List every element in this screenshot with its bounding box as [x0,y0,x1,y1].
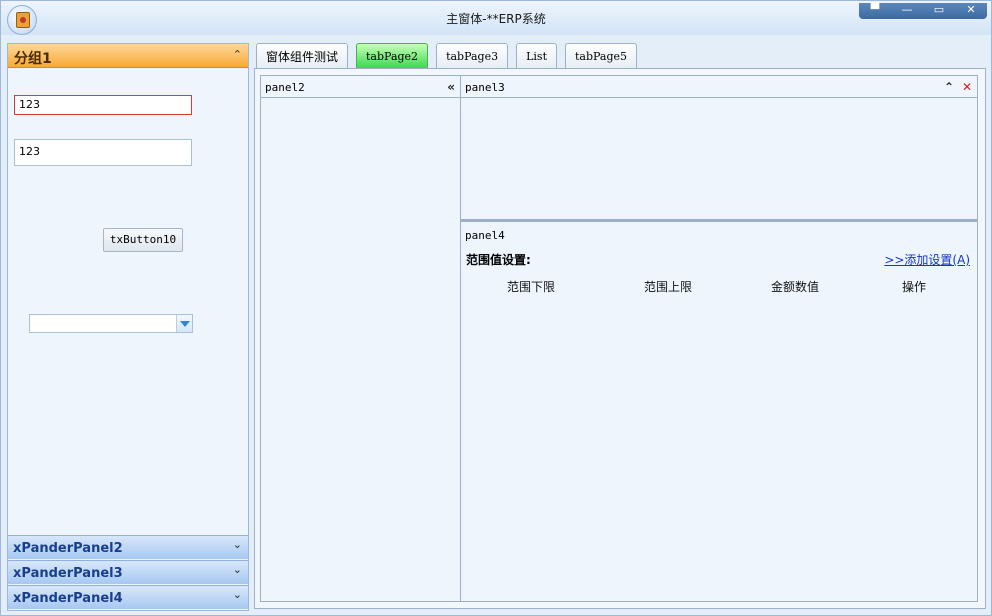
xpander-panel-2[interactable]: xPanderPanel2 ⌄ [8,535,248,559]
maximize-icon[interactable]: ▭ [923,3,955,19]
panel2-title: panel2 [265,81,305,94]
title-bar: 主窗体-**ERP系统 ▀ — ▭ ✕ [1,1,991,35]
main-window: 主窗体-**ERP系统 ▀ — ▭ ✕ 分组1 ⌃ 123 123 txButt… [0,0,992,616]
close-icon[interactable]: ✕ [962,80,972,94]
group1-header[interactable]: 分组1 ⌃ [8,44,248,68]
xpander-panel-4-label: xPanderPanel4 [13,591,123,606]
minimize-icon[interactable]: — [891,3,923,19]
close-icon[interactable]: ✕ [955,3,987,19]
chevron-down-icon[interactable]: ⌄ [233,588,242,601]
tab-page2[interactable]: tabPage2 [356,43,429,69]
tx-button-10[interactable]: txButton10 [103,228,183,252]
add-setting-link[interactable]: >>添加设置(A) [884,251,970,268]
group1-label: 分组1 [14,51,52,67]
panel2: panel2 « [260,75,461,602]
panel3: panel3 ⌃ ✕ [460,75,978,220]
chevron-down-icon[interactable]: ⌄ [233,563,242,576]
window-controls: ▀ — ▭ ✕ [859,3,987,19]
xpander-panel-3[interactable]: xPanderPanel3 ⌄ [8,560,248,584]
combo-box[interactable] [29,314,193,333]
skin-icon[interactable]: ▀ [859,3,891,19]
tab-strip: 窗体组件测试 tabPage2 tabPage3 List tabPage5 [256,43,645,69]
tab-content: panel2 « panel3 ⌃ ✕ panel4 范围值设置: >>添加设置… [254,68,986,609]
tab-page5[interactable]: tabPage5 [565,43,638,69]
collapse-up-icon[interactable]: ⌃ [944,80,954,94]
column-header-upper: 范围上限 [644,280,693,294]
tab-form-components[interactable]: 窗体组件测试 [256,43,349,69]
panel3-header: panel3 ⌃ ✕ [461,76,977,98]
panel4-title: panel4 [465,229,505,242]
dropdown-arrow-icon[interactable] [176,315,192,332]
chevron-up-icon[interactable]: ⌃ [233,48,242,61]
xpander-panel-3-label: xPanderPanel3 [13,566,123,581]
left-expander-panel: 分组1 ⌃ 123 123 txButton10 xPanderPanel2 ⌄… [7,43,249,611]
tab-list[interactable]: List [516,43,557,69]
tab-page3[interactable]: tabPage3 [436,43,509,69]
text-input-1[interactable]: 123 [14,95,192,115]
window-title: 主窗体-**ERP系统 [446,12,546,26]
xpander-panel-4[interactable]: xPanderPanel4 ⌄ [8,585,248,609]
xpander-panel-2-label: xPanderPanel2 [13,541,123,556]
collapse-left-icon[interactable]: « [447,80,455,94]
chevron-down-icon[interactable]: ⌄ [233,538,242,551]
panel2-header: panel2 « [261,76,460,98]
column-header-amount: 金额数值 [771,280,820,294]
column-header-action: 操作 [902,280,927,294]
panel4: panel4 范围值设置: >>添加设置(A) 范围下限 范围上限 金额数值 操… [460,220,978,602]
column-header-lower: 范围下限 [507,280,556,294]
panel3-title: panel3 [465,81,505,94]
range-settings-title: 范围值设置: [466,253,531,267]
text-input-2[interactable]: 123 [14,139,192,166]
